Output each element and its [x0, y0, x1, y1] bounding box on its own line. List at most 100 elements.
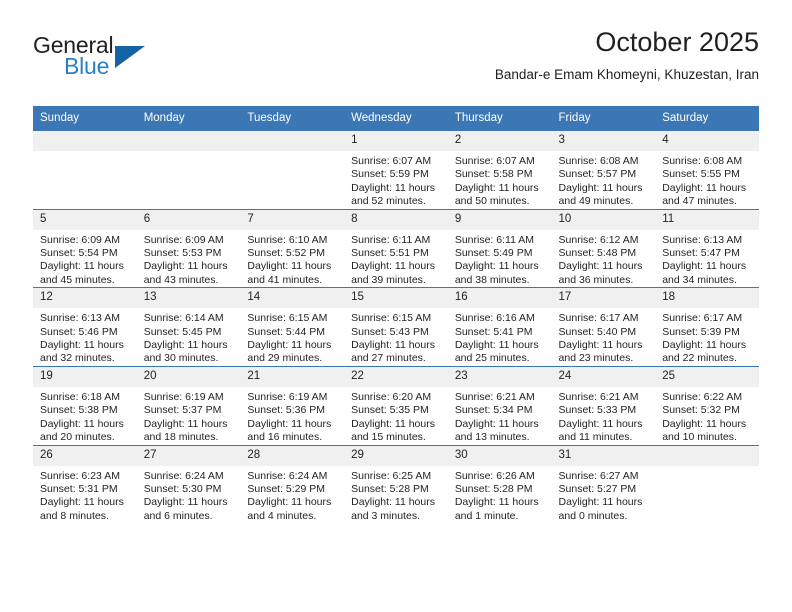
- calendar-day-cell[interactable]: 7 Sunrise: 6:10 AM Sunset: 5:52 PM Daylight…: [240, 208, 345, 288]
- sunrise-text: Sunrise: 6:09 AM: [40, 233, 120, 246]
- calendar-day-cell[interactable]: 31 Sunrise: 6:27 AM Sunset: 5:27 PM Dayligh…: [551, 444, 656, 524]
- day-number: [240, 131, 345, 151]
- day-number: 21: [240, 366, 345, 387]
- daylight-text-line1: Daylight: 11 hours: [558, 417, 643, 430]
- calendar-day-cell[interactable]: 30 Sunrise: 6:26 AM Sunset: 5:28 PM Dayligh…: [447, 444, 552, 524]
- calendar-day-cell[interactable]: 24 Sunrise: 6:21 AM Sunset: 5:33 PM Dayligh…: [551, 365, 656, 445]
- calendar-week-row: 1 Sunrise: 6:07 AM Sunset: 5:59 PM Daylight…: [33, 131, 759, 210]
- calendar-day-cell[interactable]: 17 Sunrise: 6:17 AM Sunset: 5:40 PM Dayligh…: [551, 287, 656, 367]
- calendar-day-cell[interactable]: 3 Sunrise: 6:08 AM Sunset: 5:57 PM Daylight…: [551, 131, 656, 210]
- daylight-text-line2: and 45 minutes.: [40, 273, 115, 286]
- calendar-day-cell[interactable]: 22 Sunrise: 6:20 AM Sunset: 5:35 PM Dayligh…: [344, 365, 448, 445]
- daylight-text-line2: and 30 minutes.: [143, 352, 219, 365]
- calendar-day-cell[interactable]: 18 Sunrise: 6:17 AM Sunset: 5:39 PM Dayligh…: [655, 287, 759, 367]
- day-details: Sunrise: 6:13 AM Sunset: 5:46 PM Daylight:…: [33, 308, 137, 366]
- daylight-text-line2: and 3 minutes.: [351, 509, 420, 522]
- daylight-text-line2: and 20 minutes.: [40, 431, 115, 444]
- calendar-day-cell[interactable]: 19 Sunrise: 6:18 AM Sunset: 5:38 PM Dayligh…: [33, 365, 137, 445]
- daylight-text-line1: Daylight: 11 hours: [40, 339, 124, 352]
- day-details: Sunrise: 6:15 AM Sunset: 5:43 PM Daylight:…: [344, 308, 448, 366]
- title-block: October 2025 Bandar-e Emam Khomeyni, Khu…: [495, 26, 759, 84]
- sunrise-text: Sunrise: 6:13 AM: [40, 312, 120, 325]
- daylight-text-line2: and 41 minutes.: [247, 273, 323, 286]
- sunset-text: Sunset: 5:34 PM: [454, 404, 533, 417]
- daylight-text-line1: Daylight: 11 hours: [143, 496, 228, 509]
- calendar-day-cell[interactable]: 21 Sunrise: 6:19 AM Sunset: 5:36 PM Dayligh…: [240, 365, 345, 445]
- sunrise-text: Sunrise: 6:18 AM: [40, 390, 120, 403]
- daylight-text-line2: and 25 minutes.: [454, 352, 530, 365]
- calendar-day-cell[interactable]: 1 Sunrise: 6:07 AM Sunset: 5:59 PM Daylight…: [344, 131, 448, 210]
- sunrise-text: Sunrise: 6:08 AM: [662, 155, 743, 167]
- calendar-day-cell[interactable]: 11 Sunrise: 6:13 AM Sunset: 5:47 PM Dayligh…: [655, 208, 759, 288]
- sunrise-text: Sunrise: 6:24 AM: [247, 469, 328, 482]
- calendar-day-cell[interactable]: 29 Sunrise: 6:25 AM Sunset: 5:28 PM Dayligh…: [344, 444, 448, 524]
- calendar-day-cell[interactable]: 15 Sunrise: 6:15 AM Sunset: 5:43 PM Dayligh…: [344, 287, 448, 367]
- calendar-day-cell[interactable]: 4 Sunrise: 6:08 AM Sunset: 5:55 PM Daylight…: [655, 131, 759, 210]
- sunrise-text: Sunrise: 6:25 AM: [351, 469, 432, 482]
- sunset-text: Sunset: 5:53 PM: [143, 247, 222, 260]
- daylight-text-line2: and 8 minutes.: [40, 509, 109, 522]
- daylight-text-line2: and 18 minutes.: [143, 431, 219, 444]
- day-number: 12: [33, 288, 137, 309]
- daylight-text-line1: Daylight: 11 hours: [40, 417, 124, 430]
- calendar-cell-empty: [136, 131, 241, 210]
- calendar-body: 1 Sunrise: 6:07 AM Sunset: 5:59 PM Daylight…: [33, 131, 759, 524]
- sunset-text: Sunset: 5:52 PM: [247, 247, 326, 260]
- calendar-day-cell[interactable]: 10 Sunrise: 6:12 AM Sunset: 5:48 PM Dayligh…: [551, 208, 656, 288]
- sunset-text: Sunset: 5:57 PM: [558, 168, 637, 181]
- calendar-day-cell[interactable]: 26 Sunrise: 6:23 AM Sunset: 5:31 PM Dayligh…: [33, 444, 137, 524]
- daylight-text-line1: Daylight: 11 hours: [454, 339, 539, 352]
- day-number: 4: [655, 131, 759, 151]
- sunrise-text: Sunrise: 6:14 AM: [143, 312, 224, 325]
- day-details: Sunrise: 6:11 AM Sunset: 5:51 PM Daylight:…: [344, 230, 448, 288]
- daylight-text-line2: and 43 minutes.: [143, 273, 219, 286]
- calendar-day-cell[interactable]: 13 Sunrise: 6:14 AM Sunset: 5:45 PM Dayligh…: [136, 287, 241, 367]
- sunrise-text: Sunrise: 6:23 AM: [40, 469, 120, 482]
- calendar-week-row: 19 Sunrise: 6:18 AM Sunset: 5:38 PM Dayligh…: [33, 365, 759, 445]
- day-details: Sunrise: 6:09 AM Sunset: 5:54 PM Daylight:…: [33, 230, 137, 288]
- weekday-header-friday: Friday: [551, 106, 656, 131]
- page-title: October 2025: [595, 27, 759, 57]
- weekday-header-wednesday: Wednesday: [344, 106, 448, 131]
- day-details: Sunrise: 6:10 AM Sunset: 5:52 PM Daylight:…: [240, 230, 344, 288]
- calendar-day-cell[interactable]: 2 Sunrise: 6:07 AM Sunset: 5:58 PM Daylight…: [447, 131, 552, 210]
- day-details: Sunrise: 6:11 AM Sunset: 5:49 PM Daylight:…: [448, 230, 552, 288]
- calendar-day-cell[interactable]: 25 Sunrise: 6:22 AM Sunset: 5:32 PM Dayligh…: [655, 365, 759, 445]
- sunset-text: Sunset: 5:32 PM: [662, 404, 740, 417]
- calendar-day-cell[interactable]: 20 Sunrise: 6:19 AM Sunset: 5:37 PM Dayligh…: [136, 365, 241, 445]
- sunrise-text: Sunrise: 6:15 AM: [247, 312, 328, 325]
- calendar-day-cell[interactable]: 12 Sunrise: 6:13 AM Sunset: 5:46 PM Dayligh…: [33, 287, 137, 367]
- daylight-text-line1: Daylight: 11 hours: [558, 181, 643, 194]
- daylight-text-line1: Daylight: 11 hours: [351, 260, 435, 273]
- calendar-day-cell[interactable]: 27 Sunrise: 6:24 AM Sunset: 5:30 PM Dayligh…: [136, 444, 241, 524]
- daylight-text-line1: Daylight: 11 hours: [143, 339, 228, 352]
- calendar-day-cell[interactable]: 8 Sunrise: 6:11 AM Sunset: 5:51 PM Daylight…: [344, 208, 448, 288]
- daylight-text-line2: and 10 minutes.: [662, 431, 737, 444]
- calendar-day-cell[interactable]: 6 Sunrise: 6:09 AM Sunset: 5:53 PM Daylight…: [136, 208, 241, 288]
- daylight-text-line2: and 32 minutes.: [40, 352, 115, 365]
- calendar-day-cell[interactable]: 28 Sunrise: 6:24 AM Sunset: 5:29 PM Dayligh…: [240, 444, 345, 524]
- calendar-day-cell[interactable]: 5 Sunrise: 6:09 AM Sunset: 5:54 PM Daylight…: [33, 208, 137, 288]
- calendar-day-cell[interactable]: 16 Sunrise: 6:16 AM Sunset: 5:41 PM Dayligh…: [447, 287, 552, 367]
- brand-logo[interactable]: General Blue: [33, 32, 183, 88]
- calendar-day-cell[interactable]: 23 Sunrise: 6:21 AM Sunset: 5:34 PM Dayligh…: [447, 365, 552, 445]
- day-details: Sunrise: 6:14 AM Sunset: 5:45 PM Daylight:…: [137, 308, 241, 366]
- day-details: Sunrise: 6:08 AM Sunset: 5:57 PM Daylight:…: [552, 151, 656, 209]
- daylight-text-line1: Daylight: 11 hours: [143, 417, 228, 430]
- daylight-text-line1: Daylight: 11 hours: [40, 260, 124, 273]
- day-number: 8: [344, 209, 448, 230]
- calendar-page: General Blue October 2025 Bandar-e Emam …: [0, 0, 792, 612]
- day-number: 30: [447, 445, 552, 466]
- day-details: Sunrise: 6:08 AM Sunset: 5:55 PM Daylight:…: [655, 151, 759, 209]
- sunrise-text: Sunrise: 6:13 AM: [662, 233, 743, 246]
- daylight-text-line1: Daylight: 11 hours: [662, 339, 747, 352]
- calendar-day-cell[interactable]: 9 Sunrise: 6:11 AM Sunset: 5:49 PM Daylight…: [447, 208, 552, 288]
- calendar-day-cell[interactable]: 14 Sunrise: 6:15 AM Sunset: 5:44 PM Dayligh…: [240, 287, 345, 367]
- day-details: Sunrise: 6:17 AM Sunset: 5:39 PM Daylight:…: [655, 308, 759, 366]
- daylight-text-line2: and 52 minutes.: [351, 195, 426, 208]
- sunrise-text: Sunrise: 6:17 AM: [558, 312, 639, 325]
- sunset-text: Sunset: 5:55 PM: [662, 168, 740, 181]
- sunset-text: Sunset: 5:40 PM: [558, 325, 637, 338]
- calendar-cell-empty: [33, 131, 137, 210]
- sunset-text: Sunset: 5:28 PM: [454, 482, 533, 495]
